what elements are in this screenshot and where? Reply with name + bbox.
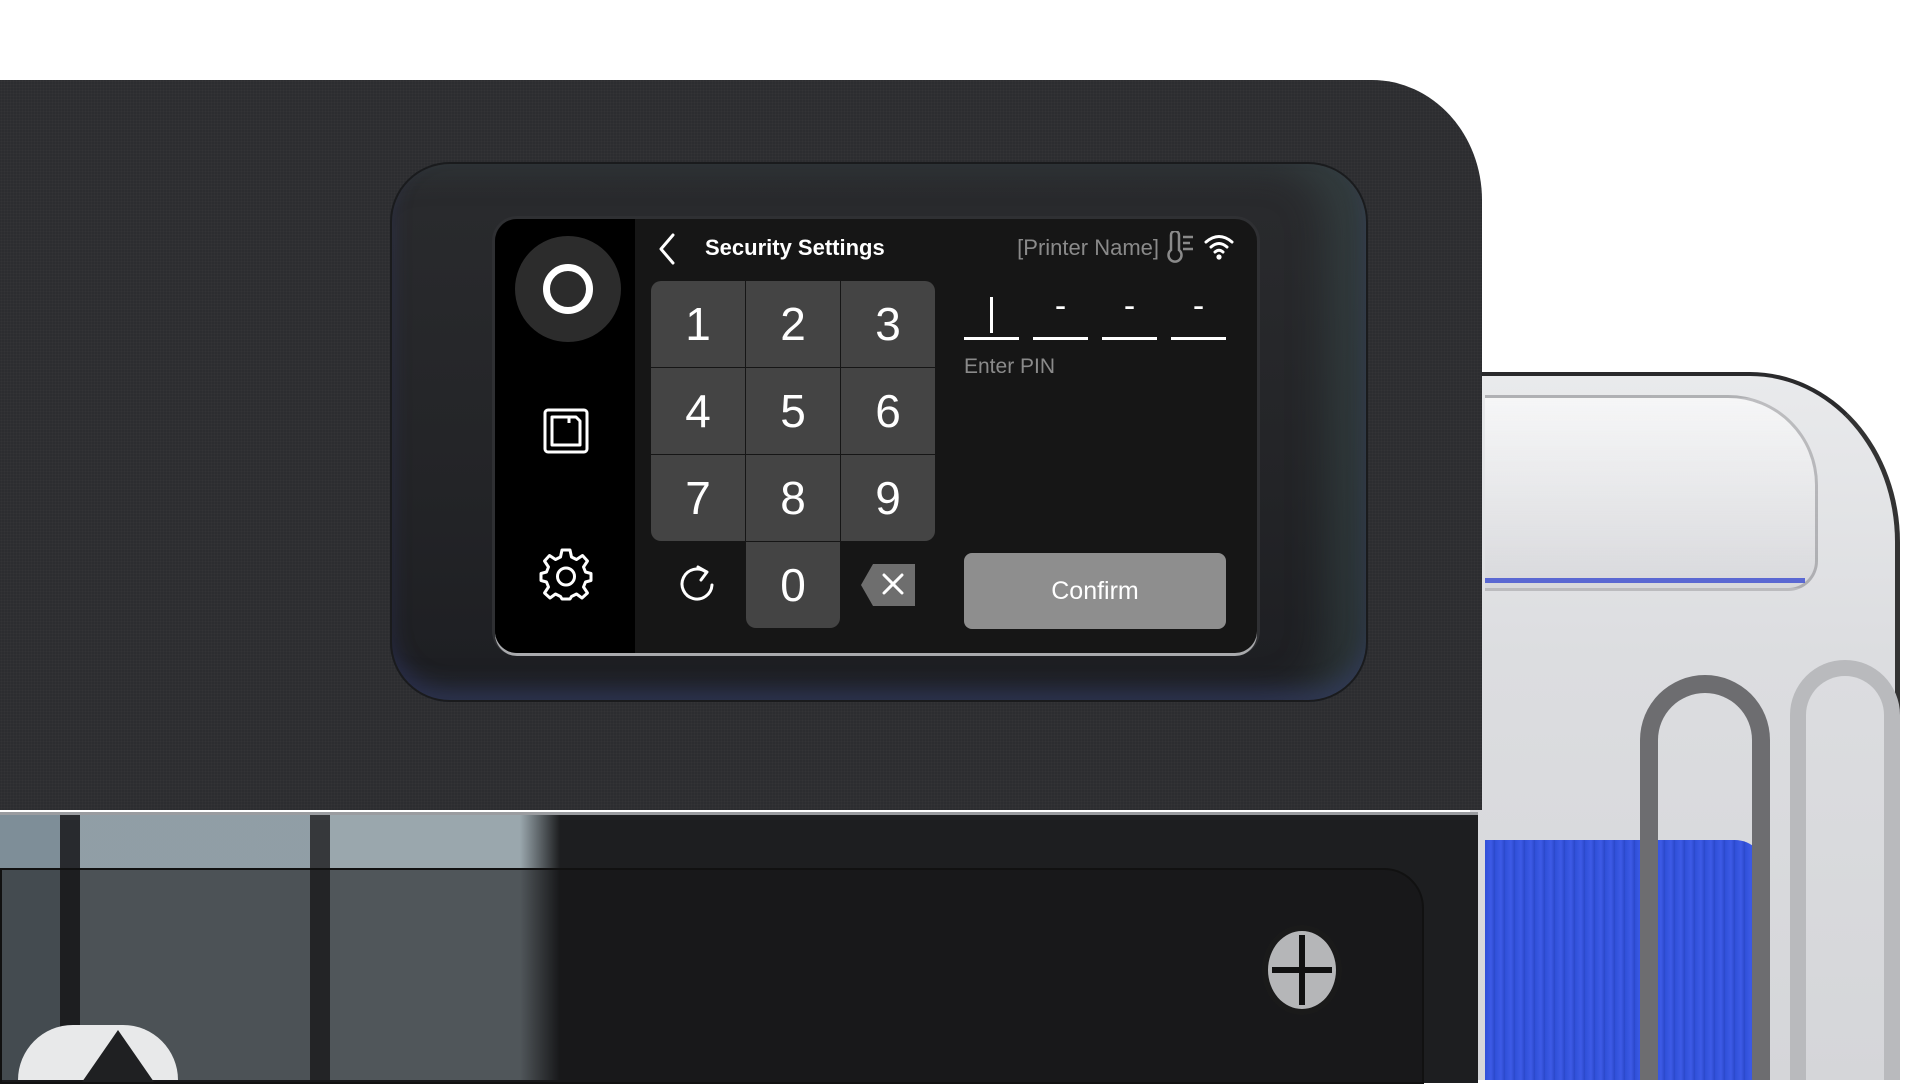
- thermometer-icon: [1167, 231, 1193, 263]
- gear-icon: [539, 548, 593, 601]
- key-0[interactable]: 0: [746, 542, 840, 628]
- back-button[interactable]: [653, 231, 685, 267]
- door-inner-frame: [0, 868, 1424, 1084]
- sidebar-item-settings[interactable]: [539, 547, 593, 601]
- pin-digit-2: -: [1033, 277, 1088, 340]
- page-title: Security Settings: [705, 235, 885, 260]
- printer-name: [Printer Name]: [1017, 235, 1159, 260]
- pin-digit-4: -: [1171, 277, 1226, 340]
- sidebar: [495, 219, 635, 653]
- key-6[interactable]: 6: [841, 368, 935, 454]
- spool-flange-back: [1790, 660, 1900, 1080]
- key-9[interactable]: 9: [841, 455, 935, 541]
- storage-icon: [543, 408, 589, 454]
- touch-screen: Security Settings [Printer Name] 1 2 3 4…: [495, 219, 1257, 653]
- key-1[interactable]: 1: [651, 281, 745, 367]
- spool-rail: [1485, 395, 1818, 591]
- spool-flange-front: [1640, 675, 1770, 1080]
- key-5[interactable]: 5: [746, 368, 840, 454]
- key-2[interactable]: 2: [746, 281, 840, 367]
- pin-keypad: 1 2 3 4 5 6 7 8 9 0: [651, 281, 935, 629]
- refresh-icon: [680, 565, 714, 601]
- confirm-button[interactable]: Confirm: [964, 553, 1226, 629]
- pin-label: Enter PIN: [964, 355, 1056, 378]
- spool-rail-highlight: [1485, 578, 1805, 583]
- home-ring-icon: [543, 264, 593, 314]
- door-knob[interactable]: [1262, 925, 1342, 1015]
- chevron-left-icon: [659, 233, 675, 265]
- sidebar-item-files[interactable]: [543, 408, 589, 454]
- wifi-icon: [1204, 235, 1234, 260]
- header: Security Settings [Printer Name]: [635, 219, 1257, 277]
- backspace-icon: [861, 564, 915, 606]
- sidebar-item-home[interactable]: [515, 236, 621, 342]
- key-8[interactable]: 8: [746, 455, 840, 541]
- hot-surface-warning-icon: [82, 1030, 154, 1082]
- key-3[interactable]: 3: [841, 281, 935, 367]
- key-7[interactable]: 7: [651, 455, 745, 541]
- key-4[interactable]: 4: [651, 368, 745, 454]
- reset-button[interactable]: [651, 542, 745, 628]
- pin-digit-3: -: [1102, 277, 1157, 340]
- backspace-button[interactable]: [841, 542, 935, 628]
- text-cursor: [990, 297, 993, 333]
- pin-digit-1: [964, 277, 1019, 340]
